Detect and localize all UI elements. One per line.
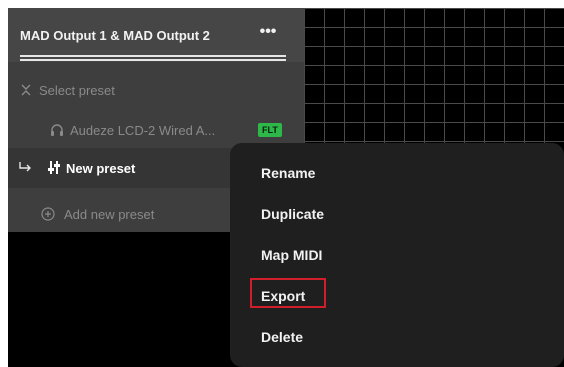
menu-item-export[interactable]: Export [230, 276, 564, 316]
device-title: MAD Output 1 & MAD Output 2 [20, 28, 210, 43]
menu-item-duplicate[interactable]: Duplicate [230, 194, 564, 234]
menu-item-label: Duplicate [261, 206, 325, 222]
menu-item-rename[interactable]: Rename [230, 153, 564, 193]
header-divider [20, 55, 286, 57]
add-circle-icon [41, 207, 55, 221]
menu-item-label: Delete [261, 329, 304, 345]
filter-badge: FLT [258, 123, 282, 137]
app-canvas: MAD Output 1 & MAD Output 2 ••• Select p… [8, 8, 564, 367]
context-menu: Rename Duplicate Map MIDI Export Delete [230, 143, 564, 367]
panel-header: MAD Output 1 & MAD Output 2 ••• [8, 8, 304, 62]
select-preset-label: Select preset [39, 83, 115, 98]
menu-item-delete[interactable]: Delete [230, 317, 564, 357]
select-preset-dropdown[interactable]: Select preset [8, 70, 304, 110]
menu-item-label: Map MIDI [261, 247, 323, 263]
collapse-chevrons-icon [21, 84, 31, 96]
sub-item-arrow-icon [19, 162, 31, 172]
equalizer-sliders-icon [48, 161, 60, 174]
add-preset-label: Add new preset [64, 207, 155, 222]
menu-item-label: Rename [261, 165, 316, 181]
headphones-icon [51, 124, 63, 136]
menu-item-label: Export [261, 288, 306, 304]
preset-label: Audeze LCD-2 Wired A... [70, 123, 216, 138]
header-divider [20, 59, 286, 61]
preset-label: New preset [66, 161, 136, 176]
menu-item-map-midi[interactable]: Map MIDI [230, 235, 564, 275]
more-options-button[interactable]: ••• [252, 22, 284, 46]
